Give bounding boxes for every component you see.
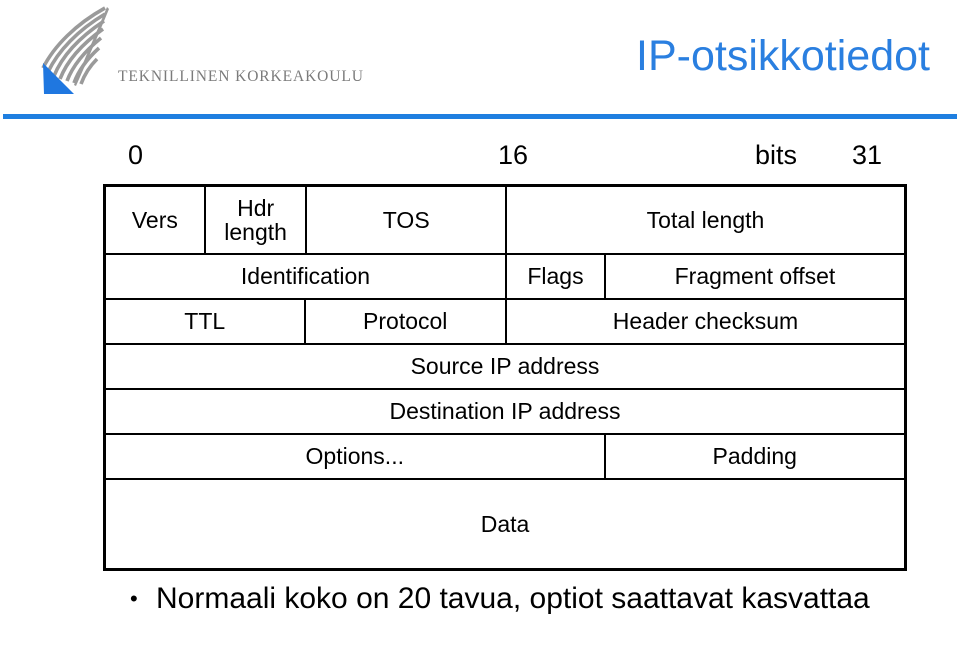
- page-title: IP-otsikkotiedot: [636, 32, 930, 80]
- bit-ruler: 0 16 bits 31: [100, 138, 910, 174]
- header-field-source-ip-address: Source IP address: [410, 353, 600, 379]
- logo-wordmark: TEKNILLINEN KORKEAKOULU: [118, 68, 364, 85]
- row-version: Vers Hdr length TOS Total length: [106, 187, 904, 255]
- title-divider: [3, 114, 957, 119]
- header-field-vers: Vers: [106, 187, 206, 253]
- header-field-destination-ip-address: Destination IP address: [389, 398, 621, 424]
- header-field-identification: Identification: [106, 255, 507, 298]
- header-field-fragment-offset: Fragment offset: [674, 263, 836, 289]
- bullet-dot-icon: •: [130, 586, 138, 611]
- bit-ruler-middle-label: 16: [498, 140, 529, 170]
- organization-logo: TEKNILLINEN KORKEAKOULU: [30, 6, 363, 102]
- list-item: • Normaali koko on 20 tavua, optiot saatt…: [130, 580, 930, 618]
- header-field-header-checksum: Header checksum: [612, 308, 799, 334]
- row-data: Data: [106, 480, 904, 568]
- bullet-list: • Normaali koko on 20 tavua, optiot saatt…: [130, 580, 930, 618]
- bit-ruler-start-label: 0: [128, 140, 144, 170]
- bit-ruler-units-label: bits: [755, 140, 798, 170]
- row-options: Options... Padding: [106, 435, 904, 480]
- header-field-data: Data: [480, 510, 530, 537]
- bullet-text: Normaali koko on 20 tavua, optiot saatta…: [156, 582, 870, 615]
- header-field-hdr-length: Hdr length: [206, 187, 308, 253]
- header-field-flags: Flags: [507, 255, 606, 298]
- slide-header: TEKNILLINEN KORKEAKOULU IP-otsikkotiedot: [0, 0, 960, 120]
- tkk-feather-logo-icon: [30, 6, 112, 98]
- row-source-address: Source IP address: [106, 345, 904, 390]
- header-field-tos: TOS: [307, 187, 507, 253]
- bit-ruler-end-label: 31: [852, 140, 883, 170]
- row-destination-address: Destination IP address: [106, 390, 904, 435]
- header-field-options: Options...: [106, 435, 606, 478]
- header-field-ttl: TTL: [106, 300, 306, 343]
- ip-header-diagram: Vers Hdr length TOS Total length Identificat…: [103, 184, 907, 571]
- header-field-padding: Padding: [712, 443, 797, 469]
- row-identification: Identification Flags Fragment offset: [106, 255, 904, 300]
- header-field-total-length: Total length: [646, 206, 765, 233]
- row-ttl: TTL Protocol Header checksum: [106, 300, 904, 345]
- header-field-protocol: Protocol: [306, 300, 507, 343]
